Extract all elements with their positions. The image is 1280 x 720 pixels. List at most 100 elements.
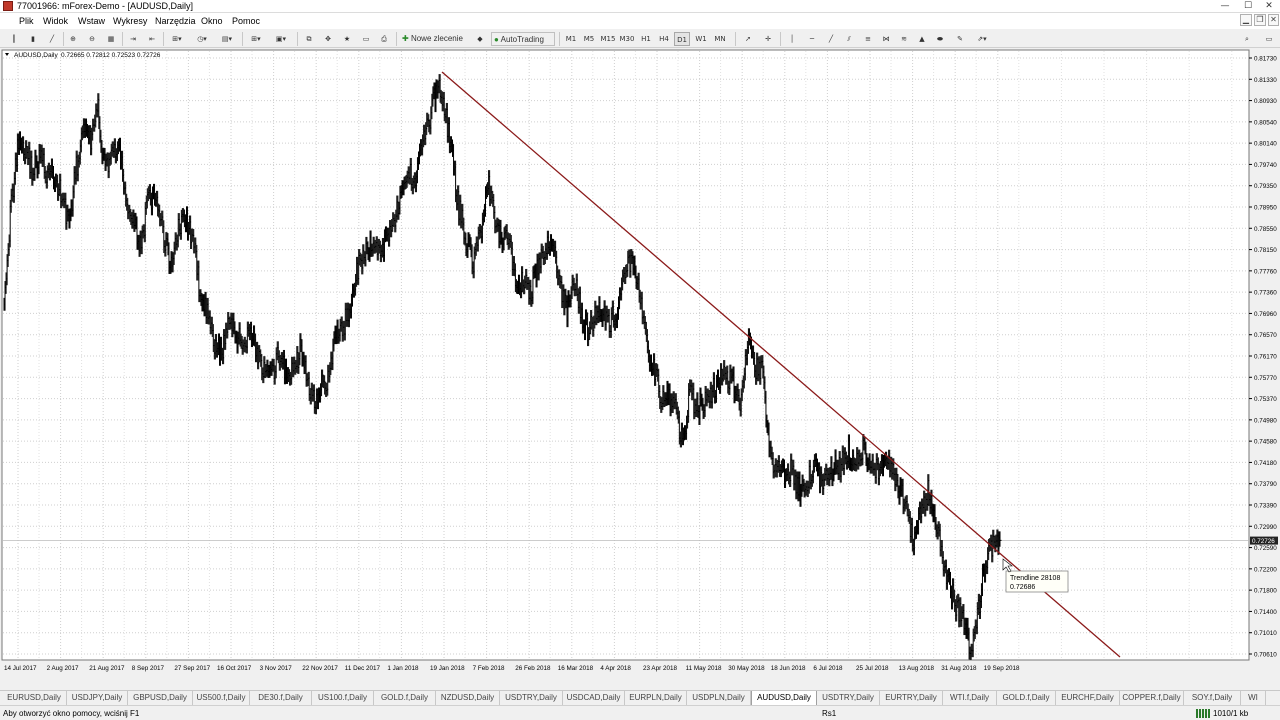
menu-widok[interactable]: Widok (43, 16, 68, 26)
market-watch-icon[interactable]: ⧉ (303, 32, 315, 46)
chart-shift-icon[interactable]: ⇤ (146, 32, 158, 46)
x-tick-label: 19 Jan 2018 (430, 665, 465, 672)
minimize-icon[interactable]: — (1214, 1, 1236, 12)
tf-d1-button[interactable]: D1 (674, 32, 690, 46)
line-chart-icon[interactable]: ╱ (46, 32, 58, 46)
new-order-button[interactable]: ✚ Nowe zlecenie (402, 32, 470, 46)
tf-m1-button[interactable]: M1 (563, 32, 579, 46)
tf-m5-button[interactable]: M5 (581, 32, 597, 46)
menu-narzedzia[interactable]: Narzędzia (155, 16, 196, 26)
bar-chart-icon[interactable]: ┃ (8, 32, 20, 46)
horizontal-line-icon[interactable]: ─ (806, 32, 818, 46)
chart-tab[interactable]: EURTRY,Daily (880, 691, 943, 705)
y-tick-label: 0.80540 (1254, 119, 1277, 126)
tf-m15-button[interactable]: M15 (599, 32, 617, 46)
chart-tab[interactable]: EURUSD,Daily (2, 691, 67, 705)
chart-tab[interactable]: WI (1241, 691, 1266, 705)
navigator-icon[interactable]: ✥ (322, 32, 334, 46)
candle-chart-icon[interactable]: ▮ (27, 32, 39, 46)
chart-tab[interactable]: USDTRY,Daily (817, 691, 880, 705)
new-chart-icon[interactable]: ⊞▾ (247, 32, 265, 46)
tester-icon[interactable]: ⎙ (378, 32, 390, 46)
chart-tab[interactable]: US100.f,Daily (312, 691, 374, 705)
channel-icon[interactable]: ⫽ (843, 32, 855, 46)
vertical-line-icon[interactable]: │ (786, 32, 798, 46)
y-tick-label: 0.76960 (1254, 311, 1277, 318)
cursor-icon[interactable]: ➚ (742, 32, 754, 46)
elliott-icon[interactable]: ≋ (898, 32, 910, 46)
profiles-icon[interactable]: ▣▾ (272, 32, 290, 46)
ellipse-icon[interactable]: ⬬ (934, 32, 946, 46)
favorites-icon[interactable]: ★ (341, 32, 353, 46)
chart-tab[interactable]: USDTRY,Daily (500, 691, 563, 705)
menu-pomoc[interactable]: Pomoc (232, 16, 260, 26)
pencil-icon[interactable]: ✎ (954, 32, 966, 46)
chart-tab[interactable]: SOY.f,Daily (1184, 691, 1241, 705)
chart-window[interactable]: 0.70610 0.71010 0.71400 0.71800 0.72200 0.725… (0, 48, 1280, 690)
gann-icon[interactable]: ⋈ (880, 32, 892, 46)
chart-tab[interactable]: COPPER.f,Daily (1120, 691, 1184, 705)
menu-okno[interactable]: Okno (201, 16, 223, 26)
y-tick-label: 0.72590 (1254, 545, 1277, 552)
tf-mn-button[interactable]: MN (711, 32, 729, 46)
autoscroll-icon[interactable]: ⇥ (127, 32, 139, 46)
arrow-objects-icon[interactable]: ⇗▾ (973, 32, 991, 46)
tf-h4-button[interactable]: H4 (656, 32, 672, 46)
y-tick-label: 0.77360 (1254, 290, 1277, 297)
chart-tab[interactable]: US500.f,Daily (193, 691, 250, 705)
tf-h1-button[interactable]: H1 (638, 32, 654, 46)
expert-editor-icon[interactable]: ◆ (474, 32, 486, 46)
x-tick-label: 11 Dec 2017 (345, 665, 381, 672)
chart-tab[interactable]: AUDUSD,Daily (751, 691, 817, 706)
chart-tab[interactable]: WTI.f,Daily (943, 691, 997, 705)
menu-plik[interactable]: Plik (19, 16, 34, 26)
x-tick-label: 13 Aug 2018 (899, 665, 935, 672)
chart-tab[interactable]: USDCAD,Daily (563, 691, 625, 705)
chart-tab[interactable]: USDJPY,Daily (67, 691, 128, 705)
templates-icon[interactable]: ▤▾ (218, 32, 236, 46)
fibonacci-icon[interactable]: ≡ (862, 32, 874, 46)
y-tick-label: 0.71010 (1254, 630, 1277, 637)
y-tick-label: 0.71800 (1254, 588, 1277, 595)
chart-tab[interactable]: GBPUSD,Daily (128, 691, 193, 705)
tooltip-name: Trendline 28108 (1010, 575, 1060, 582)
price-chart[interactable]: 0.70610 0.71010 0.71400 0.71800 0.72200 0.725… (0, 48, 1280, 690)
status-profile: Rs1 (822, 709, 837, 718)
close-icon[interactable]: ✕ (1259, 1, 1279, 12)
chart-tab[interactable]: EURPLN,Daily (625, 691, 687, 705)
indicators-icon[interactable]: ⊞▾ (168, 32, 186, 46)
maximize-icon[interactable]: ☐ (1238, 1, 1258, 12)
triangle-icon[interactable]: ▲ (916, 32, 928, 46)
chart-tab[interactable]: EURCHF,Daily (1056, 691, 1120, 705)
x-tick-label: 22 Nov 2017 (302, 665, 338, 672)
tile-windows-icon[interactable]: ▦ (105, 32, 117, 46)
x-tick-label: 21 Aug 2017 (89, 665, 125, 672)
chart-tab[interactable]: GOLD.f,Daily (997, 691, 1056, 705)
zoom-out-icon[interactable]: ⊖ (86, 32, 98, 46)
tf-m30-button[interactable]: M30 (618, 32, 636, 46)
chart-tab[interactable]: USDPLN,Daily (687, 691, 751, 705)
tf-w1-button[interactable]: W1 (693, 32, 709, 46)
child-minimize-icon[interactable]: ▁ (1240, 14, 1252, 26)
periods-icon[interactable]: ◷▾ (193, 32, 211, 46)
crosshair-icon[interactable]: ✛ (762, 32, 774, 46)
chat-icon[interactable]: ▭ (1263, 32, 1275, 46)
x-tick-label: 7 Feb 2018 (473, 665, 505, 672)
chart-tab[interactable]: GOLD.f,Daily (374, 691, 436, 705)
toolbar: ┃ ▮ ╱ ⊕ ⊖ ▦ ⇥ ⇤ ⊞▾ ◷▾ ▤▾ ⊞▾ ▣▾ ⧉ ✥ ★ ▭ ⎙… (0, 29, 1280, 48)
status-connection: 1010/1 kb (1213, 709, 1249, 718)
search-icon[interactable]: ⌕ (1241, 32, 1253, 46)
autotrading-button[interactable]: ● AutoTrading (491, 32, 555, 46)
tooltip-value: 0.72686 (1010, 584, 1035, 591)
chart-tab[interactable]: NZDUSD,Daily (436, 691, 500, 705)
child-close-icon[interactable]: ✕ (1268, 14, 1279, 26)
menu-wykresy[interactable]: Wykresy (113, 16, 147, 26)
x-tick-label: 2 Aug 2017 (47, 665, 79, 672)
zoom-in-icon[interactable]: ⊕ (67, 32, 79, 46)
terminal-icon[interactable]: ▭ (360, 32, 372, 46)
chart-tab[interactable]: DE30.f,Daily (250, 691, 312, 705)
child-restore-icon[interactable]: ❐ (1254, 14, 1266, 26)
trendline-icon[interactable]: ╱ (825, 32, 837, 46)
x-tick-label: 3 Nov 2017 (260, 665, 293, 672)
menu-wstaw[interactable]: Wstaw (78, 16, 105, 26)
